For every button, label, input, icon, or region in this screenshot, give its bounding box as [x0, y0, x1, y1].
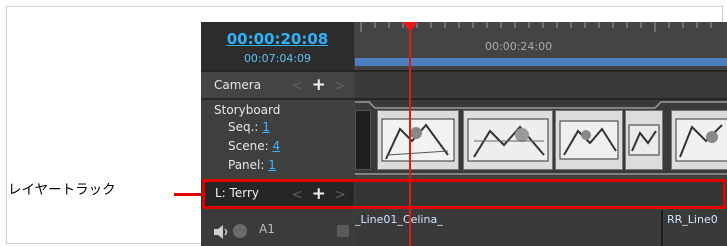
panel-thumbnail[interactable]	[463, 110, 553, 170]
speaker-icon[interactable]	[213, 225, 231, 239]
timeline-view: 00:00:20:08 00:07:04:09 00:00:24:00 Came…	[201, 22, 727, 246]
seq-link[interactable]: 1	[262, 120, 270, 134]
panel-thumbnail[interactable]	[355, 110, 371, 170]
panel-label: Panel:	[228, 158, 265, 172]
clip-divider	[661, 210, 663, 246]
panel-row: Panel: 1	[228, 158, 276, 172]
seq-row: Seq.: 1	[228, 120, 270, 134]
camera-add-button[interactable]: +	[312, 75, 328, 95]
panel-link[interactable]: 1	[268, 158, 276, 172]
playhead[interactable]	[409, 22, 411, 246]
timecode-display: 00:00:20:08 00:07:04:09	[201, 22, 354, 70]
audio-clip-label: _Line01_Celina_	[355, 213, 443, 226]
audio-track-header: A1	[201, 210, 354, 246]
callout-label: レイヤートラック	[8, 182, 116, 198]
camera-prev-button[interactable]: <	[291, 78, 305, 94]
storyboard-track-header: Storyboard Seq.: 1 Scene: 4 Panel: 1	[201, 100, 354, 188]
panel-thumbnail[interactable]	[625, 110, 663, 170]
panel-thumbnail[interactable]	[555, 110, 623, 170]
solo-button[interactable]	[233, 224, 247, 238]
current-timecode[interactable]: 00:00:20:08	[201, 30, 354, 48]
storyboard-title: Storyboard	[214, 103, 281, 117]
panel-thumbnail[interactable]	[671, 110, 727, 170]
camera-track-controls: < + >	[291, 75, 348, 95]
camera-next-button[interactable]: >	[334, 78, 348, 94]
camera-track-label: Camera	[214, 78, 262, 92]
audio-track-label: A1	[259, 222, 275, 236]
seq-label: Seq.:	[228, 120, 259, 134]
callout-line	[174, 193, 202, 196]
camera-track-header[interactable]: Camera < + >	[201, 72, 354, 98]
layer-track-highlight	[202, 179, 726, 209]
ruler-time-label: 00:00:24:00	[485, 40, 553, 53]
lock-icon[interactable]	[337, 225, 349, 237]
playhead-handle[interactable]	[402, 22, 418, 32]
scene-link[interactable]: 4	[272, 139, 280, 153]
scene-row: Scene: 4	[228, 139, 280, 153]
audio-clip-label: RR_Line0	[667, 213, 718, 226]
total-timecode: 00:07:04:09	[243, 52, 312, 65]
panel-thumbnail[interactable]	[377, 110, 459, 170]
scene-label: Scene:	[228, 139, 269, 153]
